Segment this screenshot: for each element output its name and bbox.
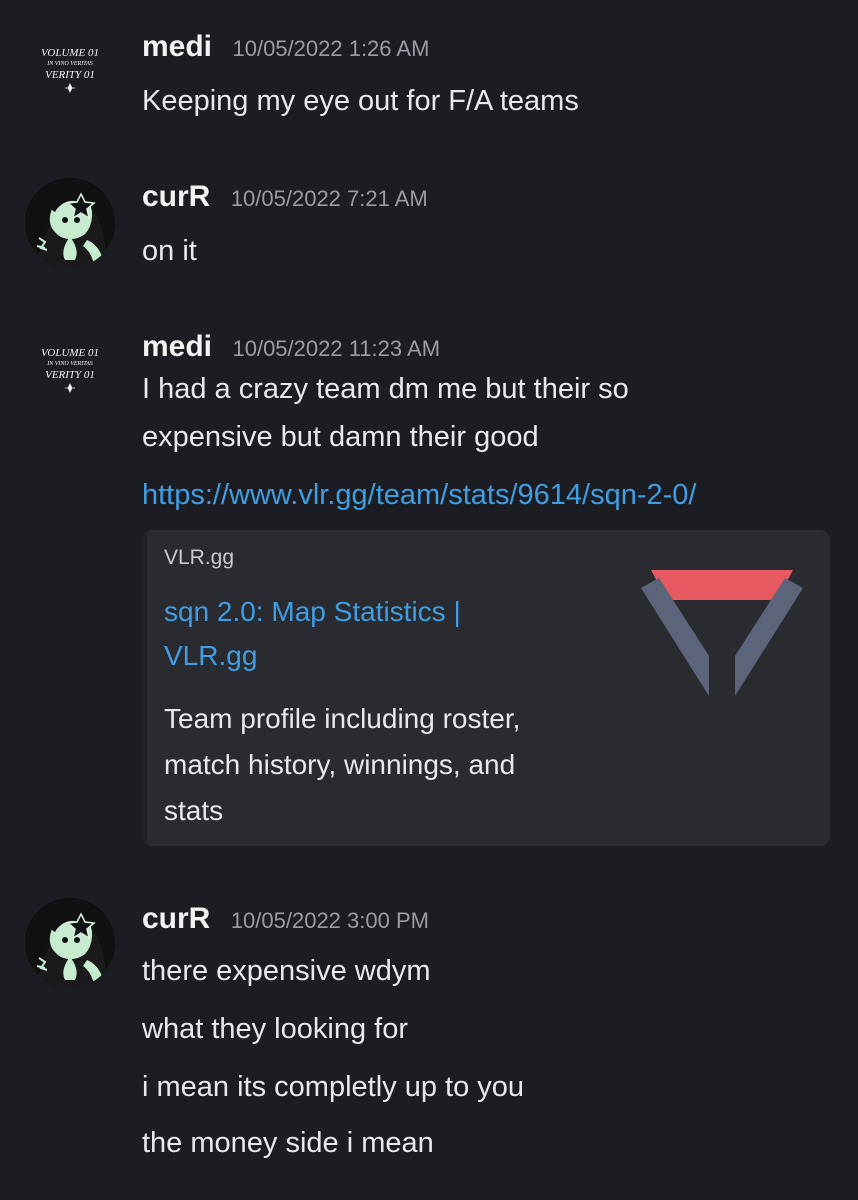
avatar-curr[interactable] [25,898,115,988]
message-link[interactable]: https://www.vlr.gg/team/stats/9614/sqn-2… [142,472,696,518]
author-name[interactable]: curR [142,180,210,213]
avatar-logo-icon: VOLUME 01 IN VINO VERITAS VERITY 01 [41,47,99,93]
embed-title-line: sqn 2.0: Map Statistics | [164,596,461,627]
svg-text:VOLUME 01: VOLUME 01 [41,347,99,359]
svg-text:VERITY 01: VERITY 01 [45,369,95,381]
avatar-curr[interactable] [25,178,115,268]
message-text: there expensive wdym [142,955,431,987]
avatar-medi[interactable]: VOLUME 01 IN VINO VERITAS VERITY 01 [25,28,115,118]
svg-text:VERITY 01: VERITY 01 [45,69,95,81]
embed-title[interactable]: sqn 2.0: Map Statistics | VLR.gg [164,590,584,678]
author-name[interactable]: medi [142,330,212,363]
embed-description-line: stats [164,795,224,826]
embed-accent-bar [142,530,147,846]
avatar-anime-icon [25,178,115,268]
svg-text:IN VINO VERITAS: IN VINO VERITAS [46,61,93,67]
message-header: curR 10/05/2022 3:00 PM [142,902,429,936]
timestamp: 10/05/2022 1:26 AM [232,36,430,61]
message-text: what they looking for [142,1013,408,1045]
author-name[interactable]: medi [142,30,212,63]
message-text: on it [142,235,197,267]
svg-text:VOLUME 01: VOLUME 01 [41,47,99,59]
message-text: Keeping my eye out for F/A teams [142,85,579,117]
message-text: I had a crazy team dm me but their so [142,373,629,405]
timestamp: 10/05/2022 7:21 AM [230,186,428,211]
embed-description: Team profile including roster, match his… [164,696,624,834]
embed-description-line: match history, winnings, and [164,749,516,780]
message-text: expensive but damn their good [142,421,539,453]
svg-text:IN VINO VERITAS: IN VINO VERITAS [46,361,93,367]
vlr-logo-icon[interactable] [637,560,807,700]
avatar-medi[interactable]: VOLUME 01 IN VINO VERITAS VERITY 01 [25,322,115,412]
message-text: the money side i mean [142,1127,434,1159]
embed-title-line: VLR.gg [164,640,258,671]
embed-provider[interactable]: VLR.gg [164,546,234,570]
author-name[interactable]: curR [142,902,210,935]
message-header: medi 10/05/2022 1:26 AM [142,30,429,64]
timestamp: 10/05/2022 3:00 PM [230,908,429,933]
link-embed[interactable]: VLR.gg sqn 2.0: Map Statistics | VLR.gg … [142,530,830,846]
avatar-anime-icon [25,898,115,988]
embed-description-line: Team profile including roster, [164,703,521,734]
timestamp: 10/05/2022 11:23 AM [232,336,441,361]
message-text: i mean its completly up to you [142,1071,525,1103]
message-header: curR 10/05/2022 7:21 AM [142,180,428,214]
avatar-logo-icon: VOLUME 01 IN VINO VERITAS VERITY 01 [41,347,99,393]
message-header: medi 10/05/2022 11:23 AM [142,330,440,364]
